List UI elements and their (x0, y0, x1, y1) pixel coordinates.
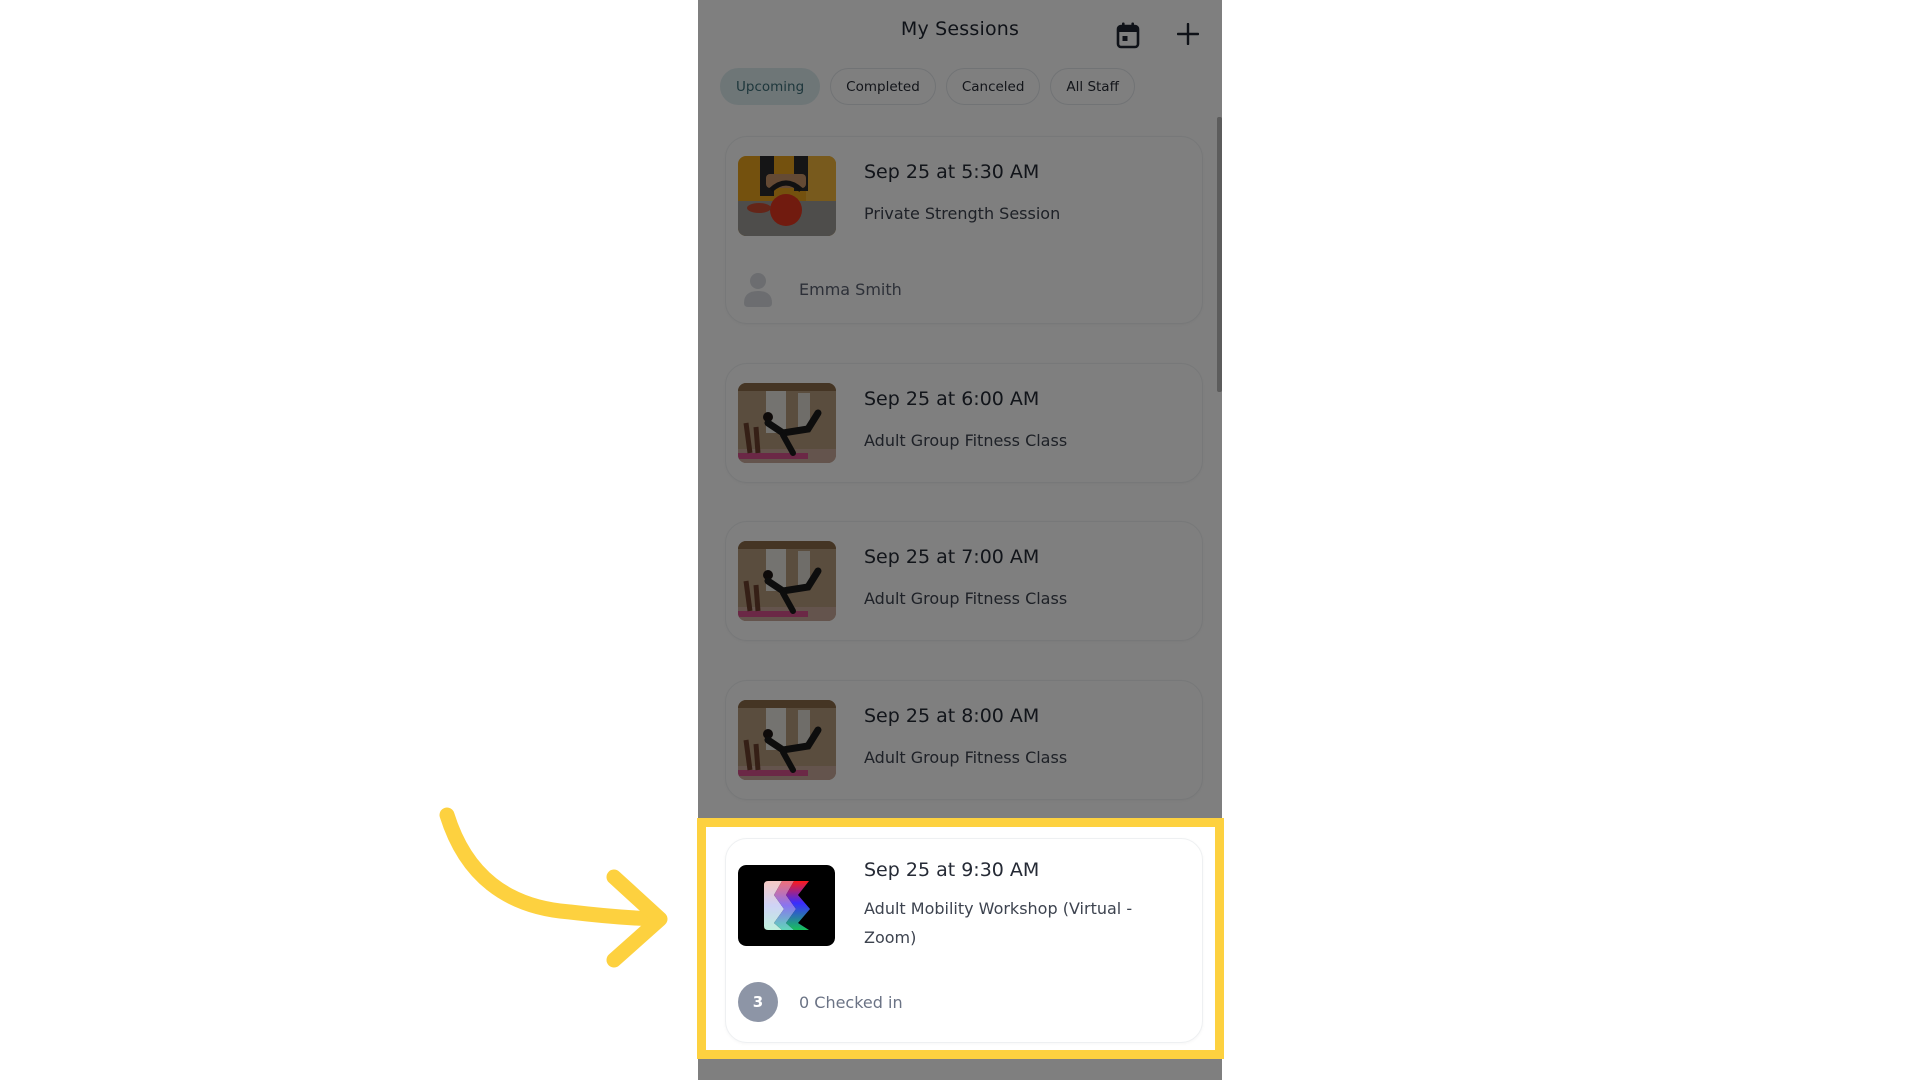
session-card[interactable]: Sep 25 at 6:00 AM Adult Group Fitness Cl… (725, 363, 1203, 483)
session-date: Sep 25 at 8:00 AM (864, 705, 1040, 727)
session-date: Sep 25 at 5:30 AM (864, 161, 1040, 183)
filter-tabs: Upcoming Completed Canceled All Staff (720, 68, 1135, 105)
session-date: Sep 25 at 7:00 AM (864, 546, 1040, 568)
plus-icon (1177, 23, 1199, 45)
session-date: Sep 25 at 9:30 AM (864, 859, 1040, 881)
session-attendance: 3 0 Checked in (738, 982, 903, 1022)
scrollbar[interactable] (1217, 117, 1222, 392)
session-card[interactable]: Sep 25 at 7:00 AM Adult Group Fitness Cl… (725, 521, 1203, 641)
session-title: Private Strength Session (864, 204, 1061, 223)
session-title: Adult Group Fitness Class (864, 748, 1068, 767)
workshop-logo (738, 865, 835, 946)
client-name: Emma Smith (799, 279, 902, 299)
tab-completed[interactable]: Completed (830, 68, 936, 105)
calendar-icon (1116, 22, 1140, 49)
session-client: Emma Smith (738, 269, 902, 309)
kettlebell-photo (738, 156, 836, 236)
page-title: My Sessions (900, 18, 1020, 40)
attendee-count-badge: 3 (738, 982, 778, 1022)
session-date: Sep 25 at 6:00 AM (864, 388, 1040, 410)
session-title: Adult Mobility Workshop (Virtual - Zoom) (864, 899, 1133, 947)
session-card-highlighted[interactable]: Sep 25 at 9:30 AM Adult Mobility Worksho… (725, 838, 1203, 1043)
tab-canceled[interactable]: Canceled (945, 68, 1041, 105)
add-session-button[interactable] (1174, 20, 1202, 48)
tab-all-staff[interactable]: All Staff (1050, 68, 1135, 105)
session-title: Adult Group Fitness Class (864, 431, 1068, 450)
person-icon (744, 273, 772, 307)
session-title: Adult Group Fitness Class (864, 589, 1068, 608)
checked-in-count: 0 Checked in (799, 992, 903, 1012)
calendar-button[interactable] (1114, 20, 1142, 50)
group-fitness-photo (738, 383, 836, 463)
highlight-box: Sep 25 at 9:30 AM Adult Mobility Worksho… (697, 818, 1224, 1059)
group-fitness-photo (738, 700, 836, 780)
callout-arrow-icon (439, 807, 668, 968)
group-fitness-photo (738, 541, 836, 621)
session-card[interactable]: Sep 25 at 8:00 AM Adult Group Fitness Cl… (725, 680, 1203, 800)
tab-upcoming[interactable]: Upcoming (720, 68, 821, 105)
session-card[interactable]: Sep 25 at 5:30 AM Private Strength Sessi… (725, 136, 1203, 324)
